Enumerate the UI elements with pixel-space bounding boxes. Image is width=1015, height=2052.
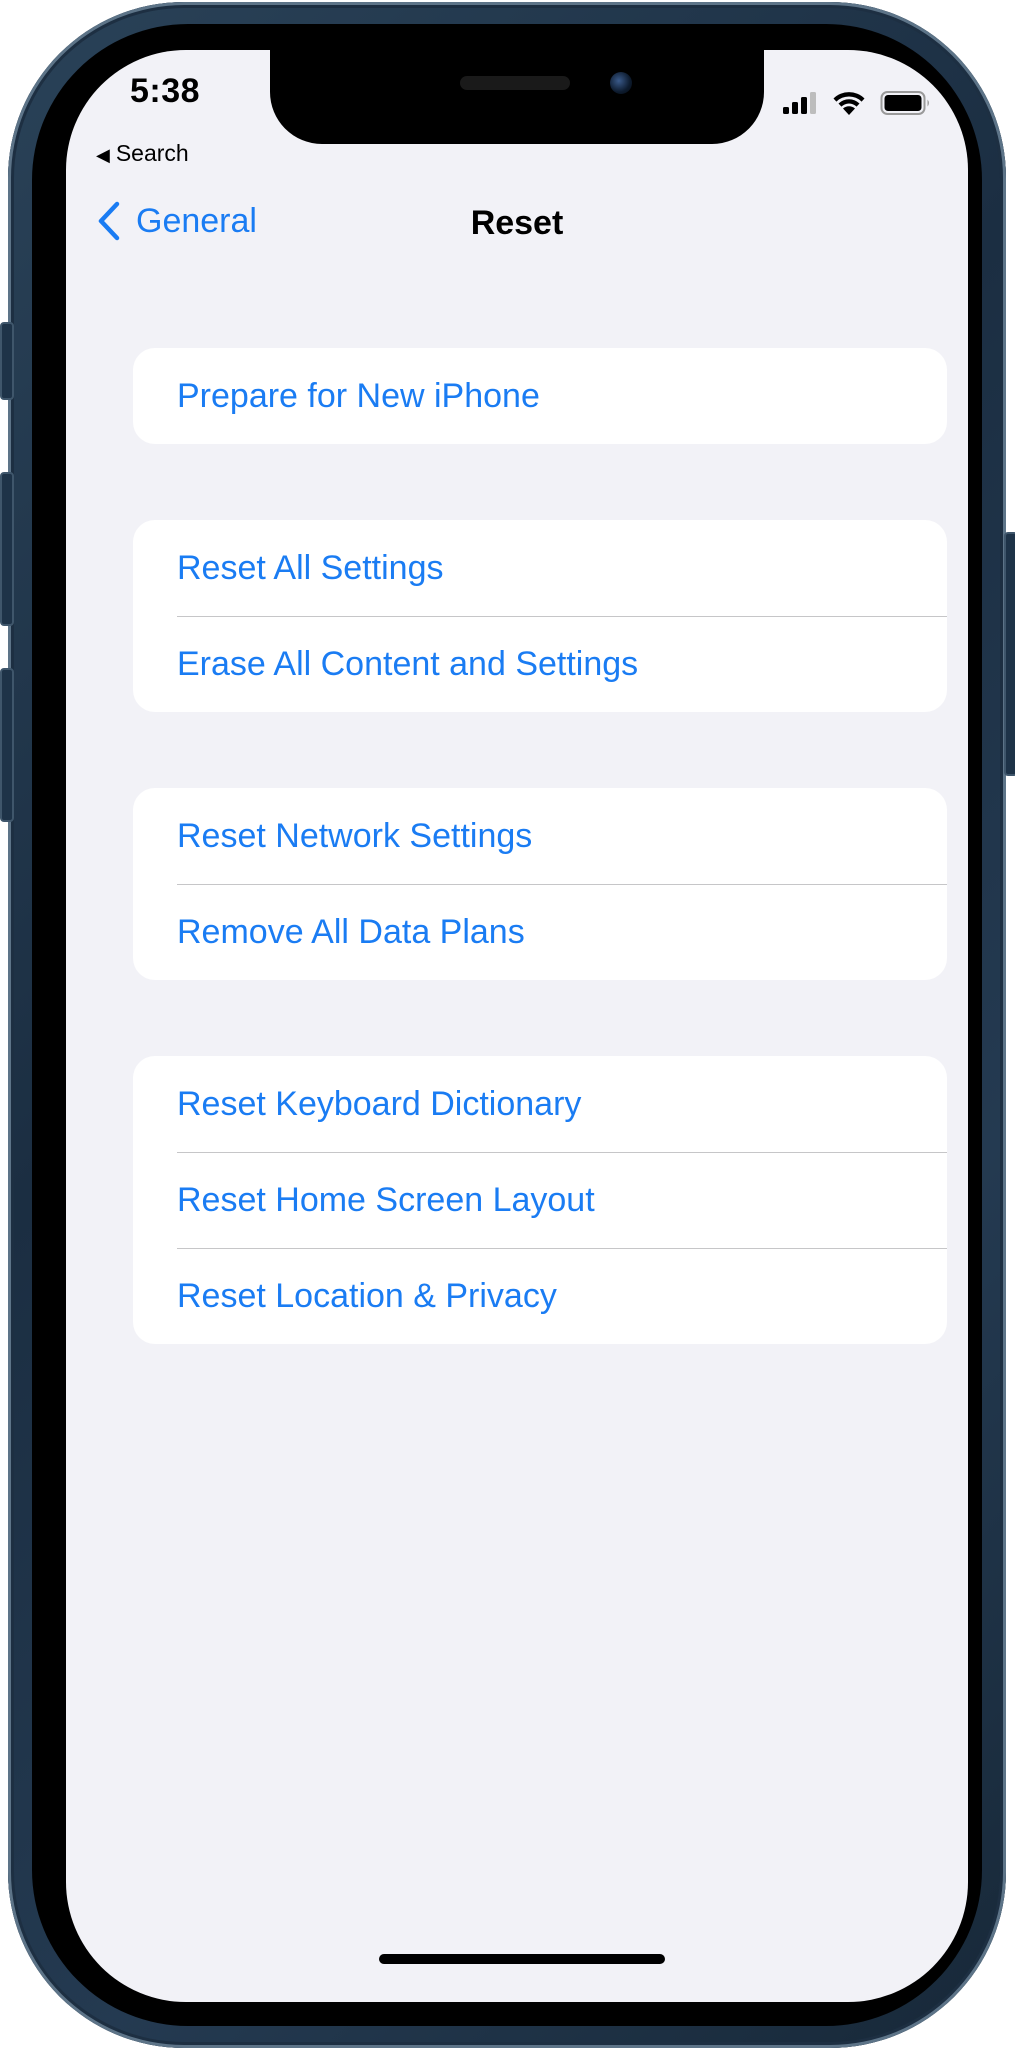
group-reset-erase: Reset All Settings Erase All Content and… [133, 520, 947, 712]
back-triangle-icon: ◀ [96, 145, 110, 165]
status-icons [782, 90, 932, 116]
remove-all-data-plans-button[interactable]: Remove All Data Plans [133, 884, 947, 980]
iphone-frame: 5:38 ◀ Search General Reset Prepare for … [0, 2, 1015, 2048]
group-network: Reset Network Settings Remove All Data P… [133, 788, 947, 980]
row-label: Reset Home Screen Layout [177, 1180, 595, 1219]
row-label: Erase All Content and Settings [177, 644, 639, 683]
status-time: 5:38 [130, 72, 201, 110]
side-button [1004, 532, 1015, 776]
page-title: Reset [470, 204, 564, 242]
row-label: Remove All Data Plans [177, 912, 525, 951]
screen-bezel: 5:38 ◀ Search General Reset Prepare for … [32, 24, 982, 2026]
front-camera [610, 72, 632, 94]
action-button [0, 322, 14, 400]
speaker-grille [460, 76, 570, 90]
reset-keyboard-dictionary-button[interactable]: Reset Keyboard Dictionary [133, 1056, 947, 1152]
reset-location-privacy-button[interactable]: Reset Location & Privacy [133, 1248, 947, 1344]
row-label: Prepare for New iPhone [177, 376, 540, 415]
reset-all-settings-button[interactable]: Reset All Settings [133, 520, 947, 616]
screen: 5:38 ◀ Search General Reset Prepare for … [66, 50, 968, 2002]
status-back-to-app[interactable]: ◀ Search [96, 140, 189, 167]
reset-network-settings-button[interactable]: Reset Network Settings [133, 788, 947, 884]
reset-home-screen-layout-button[interactable]: Reset Home Screen Layout [133, 1152, 947, 1248]
status-back-label: Search [115, 140, 189, 166]
prepare-for-new-iphone-button[interactable]: Prepare for New iPhone [133, 348, 947, 444]
group-prepare: Prepare for New iPhone [133, 348, 947, 444]
home-indicator[interactable] [379, 1954, 665, 1964]
group-keyboard-home-location: Reset Keyboard Dictionary Reset Home Scr… [133, 1056, 947, 1344]
volume-down-button [0, 668, 14, 822]
row-label: Reset Location & Privacy [177, 1276, 557, 1315]
row-label: Reset Network Settings [177, 816, 533, 855]
row-label: Reset Keyboard Dictionary [177, 1084, 582, 1123]
notch [270, 50, 764, 144]
volume-up-button [0, 472, 14, 626]
battery-icon [880, 91, 929, 115]
cellular-signal-icon [783, 92, 816, 114]
wifi-icon [833, 92, 865, 115]
row-label: Reset All Settings [177, 548, 444, 587]
erase-all-content-button[interactable]: Erase All Content and Settings [133, 616, 947, 712]
